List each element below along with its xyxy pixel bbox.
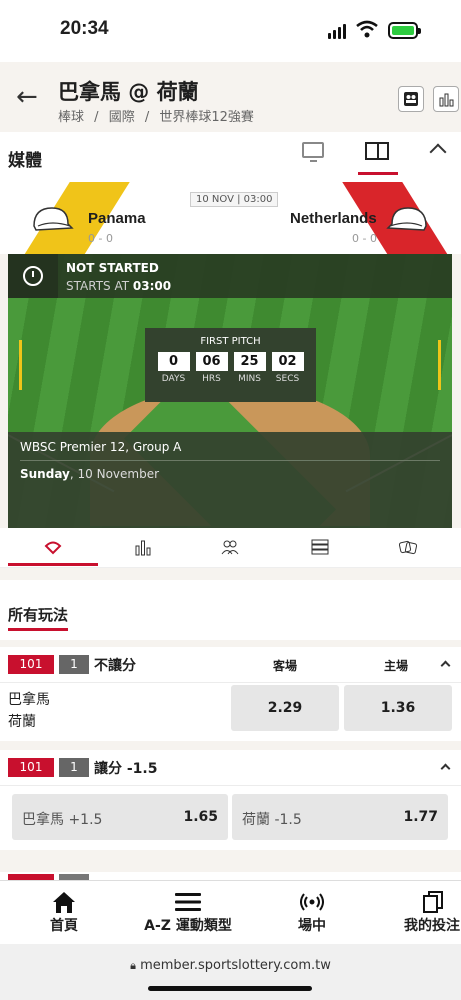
match-status: NOT STARTED (66, 261, 159, 275)
match-tracker: NOT STARTED STARTS AT 03:00 FIRST PITCH … (8, 254, 452, 528)
event-date: Sunday, 10 November (20, 467, 160, 481)
all-plays-label[interactable]: 所有玩法 (8, 604, 68, 625)
odds-value: 1.77 (403, 809, 438, 825)
home-cap-icon (386, 207, 427, 231)
home-team-name: Netherlands (290, 210, 377, 227)
media-bar: 媒體 (0, 132, 461, 182)
dice-icon[interactable] (399, 538, 417, 556)
away-team-name: Panama (88, 210, 146, 227)
countdown-minutes: 25 MINS (233, 352, 266, 384)
status-bar: 20:34 (0, 0, 461, 62)
market-num-badge: 1 (59, 655, 89, 674)
stats-icon (439, 93, 454, 107)
market-moneyline: 101 1 不讓分 客場 主場 巴拿馬 荷蘭 2.29 1.36 (0, 647, 461, 741)
starts-at: STARTS AT 03:00 (66, 279, 172, 293)
market-header[interactable]: 101 1 不讓分 客場 主場 (0, 647, 461, 683)
countdown-seconds: 02 SECS (271, 352, 304, 384)
stats-icon[interactable] (134, 538, 152, 556)
field-view-underline (358, 172, 398, 175)
field-icon[interactable] (44, 538, 62, 556)
foul-pole-right (438, 340, 441, 390)
countdown-hours: 06 HRS (195, 352, 228, 384)
table-icon[interactable] (311, 538, 329, 556)
breadcrumb-item-sport[interactable]: 棒球 (58, 110, 84, 125)
bottom-nav: 首頁 A-Z 運動類型 場中 我的投注 (0, 880, 461, 944)
first-pitch-countdown: FIRST PITCH 0 DAYS 06 HRS 25 MINS 02 SEC… (145, 328, 316, 402)
back-arrow-icon[interactable]: ← (16, 82, 38, 112)
live-icon (300, 893, 324, 911)
nav-home[interactable]: 首頁 (44, 889, 84, 935)
breadcrumb-item-region[interactable]: 國際 (109, 110, 135, 125)
market-name: 讓分 -1.5 (94, 761, 158, 777)
nav-live-label: 場中 (298, 918, 326, 934)
market-team-home: 荷蘭 (8, 714, 36, 730)
home-icon (53, 892, 75, 913)
selection-label: 巴拿馬 +1.5 (22, 812, 103, 828)
home-column-header: 主場 (384, 659, 409, 673)
away-cap-icon (33, 207, 74, 231)
url-text: member.sportslottery.com.tw (140, 958, 331, 973)
nav-my-bets[interactable]: 我的投注 (404, 889, 461, 935)
event-info: WBSC Premier 12, Group A Sunday, 10 Nove… (8, 432, 452, 528)
market-team-away: 巴拿馬 (8, 692, 50, 708)
nav-az-sports-label: A-Z 運動類型 (144, 918, 232, 934)
market-handicap: 101 1 讓分 -1.5 巴拿馬 +1.5 1.65 荷蘭 -1.5 1.77 (0, 750, 461, 850)
match-tabs (0, 528, 461, 568)
all-plays-header: 所有玩法 (0, 580, 461, 640)
market-header[interactable]: 101 1 讓分 -1.5 (0, 750, 461, 786)
away-column-header: 客場 (273, 659, 298, 673)
match-date: 10 NOV | 03:00 (190, 192, 279, 207)
wifi-icon (356, 20, 378, 38)
signal-icon (328, 24, 346, 39)
market-code-badge: 101 (8, 655, 54, 674)
odds-button-away[interactable]: 2.29 (231, 685, 339, 731)
countdown-title: FIRST PITCH (200, 336, 261, 347)
nav-my-bets-label: 我的投注 (404, 918, 460, 934)
market-name: 不讓分 (94, 658, 136, 674)
lineup-icon[interactable] (221, 538, 239, 556)
teams-header: 10 NOV | 03:00 Panama 0 - 0 Netherlands … (0, 182, 461, 254)
home-team-score: 0 - 0 (352, 232, 377, 245)
stats-button[interactable] (433, 86, 459, 112)
nav-live[interactable]: 場中 (290, 889, 334, 935)
url-field[interactable]: 🔒︎ member.sportslottery.com.tw (0, 958, 461, 973)
odds-button-home[interactable]: 荷蘭 -1.5 1.77 (232, 794, 448, 840)
tv-icon[interactable] (302, 142, 324, 162)
chevron-up-icon[interactable] (440, 660, 451, 671)
lock-icon: 🔒︎ (130, 959, 136, 972)
lineup-icon (404, 92, 418, 106)
selection-label: 荷蘭 -1.5 (242, 812, 302, 828)
odds-value: 1.65 (183, 809, 218, 825)
odds-button-home[interactable]: 1.36 (344, 685, 452, 731)
nav-az-sports[interactable]: A-Z 運動類型 (140, 889, 236, 935)
breadcrumb-item-league[interactable]: 世界棒球12強賽 (159, 110, 254, 125)
event-name: WBSC Premier 12, Group A (20, 440, 440, 461)
away-team-score: 0 - 0 (88, 232, 113, 245)
page-title: 巴拿馬 @ 荷蘭 (58, 80, 199, 104)
status-time: 20:34 (60, 18, 109, 39)
market-code-badge: 101 (8, 758, 54, 777)
menu-icon (175, 893, 201, 911)
breadcrumb: 棒球 / 國際 / 世界棒球12強賽 (58, 110, 254, 125)
battery-icon (388, 22, 421, 39)
chevron-up-icon[interactable] (429, 143, 447, 161)
countdown-days: 0 DAYS (157, 352, 190, 384)
betslip-icon (423, 891, 443, 913)
market-num-badge: 1 (59, 758, 89, 777)
page-header: ← 巴拿馬 @ 荷蘭 棒球 / 國際 / 世界棒球12強賽 (0, 62, 461, 132)
match-status-row: NOT STARTED STARTS AT 03:00 (8, 254, 452, 298)
field-view-icon[interactable] (365, 142, 389, 160)
active-tab-underline (8, 563, 98, 566)
media-label: 媒體 (8, 151, 42, 171)
foul-pole-left (19, 340, 22, 390)
odds-button-away[interactable]: 巴拿馬 +1.5 1.65 (12, 794, 228, 840)
market-next-partial (0, 872, 461, 880)
home-indicator[interactable] (148, 986, 312, 991)
clock-icon (8, 254, 58, 298)
lineup-button[interactable] (398, 86, 424, 112)
chevron-up-icon[interactable] (440, 763, 451, 774)
browser-url-bar: 🔒︎ member.sportslottery.com.tw (0, 944, 461, 1000)
nav-home-label: 首頁 (50, 918, 78, 934)
